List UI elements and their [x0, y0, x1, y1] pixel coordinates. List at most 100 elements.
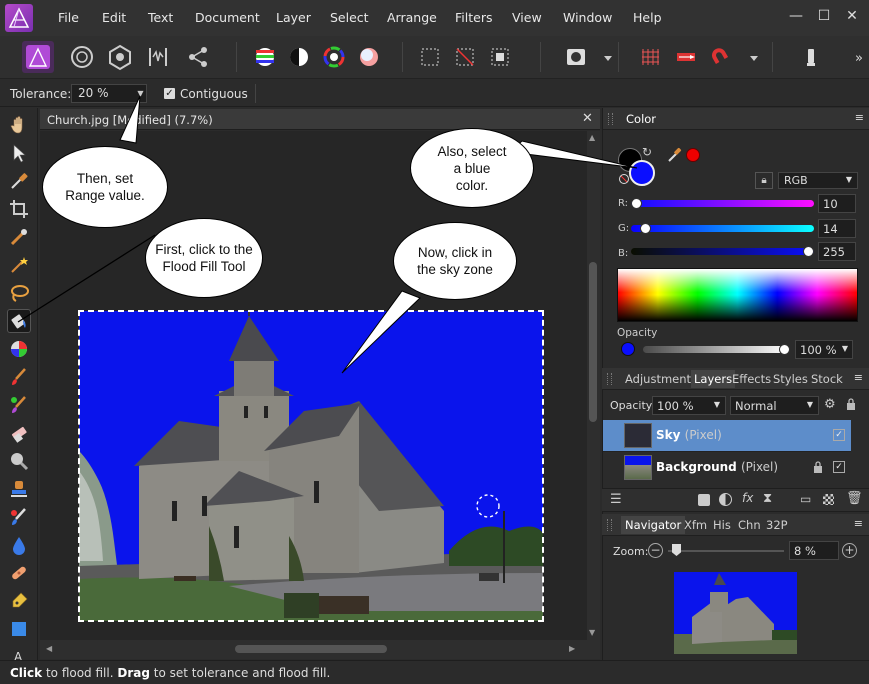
- zoom-input[interactable]: 8 %: [789, 541, 839, 560]
- no-color-icon[interactable]: [619, 174, 629, 184]
- live-filter-icon[interactable]: fx: [742, 491, 753, 505]
- tolerance-dropdown-icon[interactable]: ▼: [134, 84, 147, 103]
- tab-layers[interactable]: Layers: [691, 370, 736, 388]
- deselect-icon[interactable]: [449, 41, 481, 73]
- gradient-tool-icon[interactable]: [7, 337, 31, 361]
- scroll-up-icon[interactable]: ▲: [589, 133, 595, 142]
- color-lock-icon[interactable]: 🔒︎: [755, 172, 773, 189]
- tab-channels[interactable]: Chn: [738, 518, 761, 532]
- snapping-magnet-icon[interactable]: [704, 41, 736, 73]
- tab-transform[interactable]: Xfm: [684, 518, 707, 532]
- scroll-left-icon[interactable]: ◀: [46, 644, 52, 653]
- fill-color-swatch[interactable]: [629, 160, 655, 186]
- affinity-photo-logo-icon[interactable]: [5, 4, 33, 32]
- color-replacement-brush-tool-icon[interactable]: [7, 393, 31, 417]
- layer-lock-icon[interactable]: [846, 398, 856, 410]
- document-tab[interactable]: Church.jpg [Modified] (7.7%) ✕: [40, 109, 600, 130]
- flood-select-tool-icon[interactable]: [7, 253, 31, 277]
- maximize-button[interactable]: ☐: [814, 6, 834, 26]
- menu-filters[interactable]: Filters: [455, 10, 492, 25]
- green-channel-input[interactable]: 14: [818, 219, 856, 238]
- background-layer-lock-icon[interactable]: [813, 461, 823, 473]
- minimize-button[interactable]: —: [786, 6, 806, 26]
- liquify-persona-icon[interactable]: [66, 41, 98, 73]
- layer-stack-icon[interactable]: ☰: [610, 492, 622, 507]
- blue-channel-knob[interactable]: [803, 246, 814, 257]
- color-panel-menu-icon[interactable]: ≡: [855, 111, 864, 124]
- scroll-right-icon[interactable]: ▶: [569, 644, 575, 653]
- tone-mapping-persona-icon[interactable]: [142, 41, 174, 73]
- add-pixel-layer-icon[interactable]: [823, 494, 834, 505]
- healing-brush-tool-icon[interactable]: [7, 505, 31, 529]
- church-photo-canvas[interactable]: [78, 310, 544, 622]
- menu-help[interactable]: Help: [633, 10, 662, 25]
- hourglass-icon[interactable]: ⧗: [763, 491, 772, 506]
- flood-fill-tool-icon[interactable]: [7, 309, 31, 333]
- menu-select[interactable]: Select: [330, 10, 369, 25]
- group-layers-folder-icon[interactable]: ▭: [800, 492, 811, 506]
- force-pixel-alignment-icon[interactable]: [670, 41, 702, 73]
- layer-row-background[interactable]: Background (Pixel) ✓: [603, 451, 851, 482]
- picked-color-swatch[interactable]: [686, 148, 700, 162]
- blue-channel-input[interactable]: 255: [818, 242, 856, 261]
- rectangle-tool-icon[interactable]: [7, 617, 31, 641]
- blend-mode-select[interactable]: Normal ▼: [730, 396, 819, 415]
- green-channel-knob[interactable]: [640, 223, 651, 234]
- color-picker-tool-icon[interactable]: [7, 169, 31, 193]
- close-document-icon[interactable]: ✕: [582, 111, 593, 126]
- scroll-down-icon[interactable]: ▼: [589, 628, 595, 637]
- tab-stock[interactable]: Stock: [811, 372, 843, 386]
- color-opacity-input[interactable]: 100 % ▼: [795, 340, 853, 359]
- crop-tool-icon[interactable]: [7, 197, 31, 221]
- tab-adjustment[interactable]: Adjustment: [625, 372, 691, 386]
- white-balance-icon[interactable]: [353, 41, 385, 73]
- layer-opacity-input[interactable]: 100 % ▼: [652, 396, 726, 415]
- tab-navigator[interactable]: Navigator: [621, 516, 686, 534]
- tab-effects[interactable]: Effects: [732, 372, 771, 386]
- select-all-icon[interactable]: [414, 41, 446, 73]
- contiguous-checkbox[interactable]: ✓: [164, 88, 175, 99]
- color-model-select[interactable]: RGB ▼: [778, 172, 858, 189]
- menu-document[interactable]: Document: [195, 10, 260, 25]
- tab-32bit-preview[interactable]: 32P: [766, 518, 788, 532]
- layers-panel-menu-icon[interactable]: ≡: [854, 371, 863, 384]
- color-wheel-icon[interactable]: [318, 41, 350, 73]
- blur-brush-tool-icon[interactable]: [7, 533, 31, 557]
- move-tool-arrow-icon[interactable]: [7, 141, 31, 165]
- tab-color[interactable]: Color: [626, 112, 656, 126]
- snapping-dropdown-icon[interactable]: [738, 41, 758, 73]
- menu-layer[interactable]: Layer: [276, 10, 311, 25]
- quick-mask-dropdown-icon[interactable]: [592, 41, 612, 73]
- menu-window[interactable]: Window: [563, 10, 612, 25]
- navigator-preview[interactable]: [674, 572, 797, 654]
- erase-brush-tool-icon[interactable]: [7, 421, 31, 445]
- menu-text[interactable]: Text: [148, 10, 173, 25]
- develop-persona-icon[interactable]: [104, 41, 136, 73]
- dodge-brush-tool-icon[interactable]: [7, 449, 31, 473]
- menu-file[interactable]: File: [58, 10, 79, 25]
- red-channel-knob[interactable]: [631, 198, 642, 209]
- clone-brush-tool-icon[interactable]: [7, 477, 31, 501]
- sky-layer-visibility-checkbox[interactable]: ✓: [833, 429, 845, 441]
- color-eyedropper-icon[interactable]: [666, 146, 684, 164]
- menu-arrange[interactable]: Arrange: [387, 10, 437, 25]
- blue-channel-slider[interactable]: [631, 248, 814, 255]
- freehand-selection-tool-icon[interactable]: [7, 281, 31, 305]
- tab-history[interactable]: His: [713, 518, 731, 532]
- color-spectrum[interactable]: [617, 268, 858, 322]
- zoom-slider[interactable]: [668, 550, 784, 552]
- tab-styles[interactable]: Styles: [773, 372, 808, 386]
- menu-view[interactable]: View: [512, 10, 542, 25]
- pen-tool-icon[interactable]: [7, 589, 31, 613]
- quick-mask-icon[interactable]: [560, 41, 592, 73]
- invert-selection-icon[interactable]: [484, 41, 516, 73]
- vertical-scrollbar-thumb[interactable]: [589, 262, 597, 422]
- red-channel-slider[interactable]: [631, 200, 814, 207]
- red-channel-input[interactable]: 10: [818, 194, 856, 213]
- paint-brush-tool-icon[interactable]: [7, 365, 31, 389]
- swap-colors-icon[interactable]: ↻: [642, 145, 652, 159]
- zoom-in-icon[interactable]: +: [842, 543, 857, 558]
- horizontal-scrollbar-thumb[interactable]: [235, 645, 387, 653]
- adjustment-layer-icon[interactable]: [719, 493, 732, 506]
- levels-icon[interactable]: [249, 41, 281, 73]
